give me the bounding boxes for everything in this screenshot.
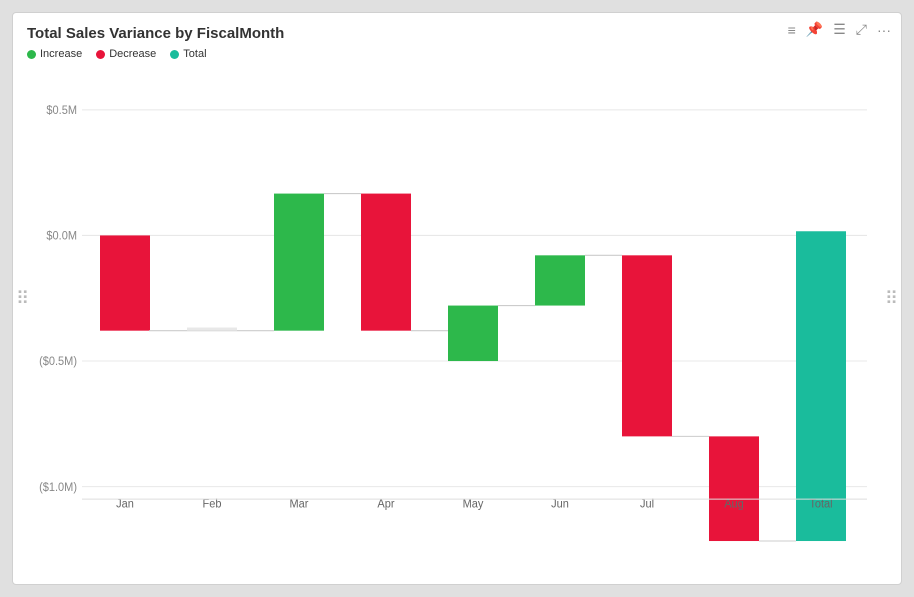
bar-jun[interactable] (535, 255, 585, 305)
legend-dot-total (170, 50, 179, 59)
legend-label-increase: Increase (40, 48, 82, 60)
bar-may[interactable] (448, 306, 498, 361)
bar-aug[interactable] (709, 436, 759, 541)
svg-text:Jun: Jun (551, 498, 569, 510)
svg-text:Jul: Jul (640, 498, 654, 510)
svg-text:Feb: Feb (203, 498, 222, 510)
chart-title: Total Sales Variance by FiscalMonth (27, 25, 887, 42)
svg-text:Mar: Mar (290, 498, 309, 510)
legend-label-decrease: Decrease (109, 48, 156, 60)
svg-text:($0.5M): ($0.5M) (39, 356, 77, 368)
svg-text:($1.0M): ($1.0M) (39, 482, 77, 494)
chart-svg: $0.5M $0.0M ($0.5M) ($1.0M) (27, 68, 887, 518)
bar-feb[interactable] (187, 328, 237, 331)
legend: Increase Decrease Total (27, 48, 887, 60)
pin-icon[interactable]: 📌 (806, 21, 823, 38)
svg-text:Aug: Aug (724, 498, 744, 510)
legend-item-decrease: Decrease (96, 48, 156, 60)
bar-jan[interactable] (100, 235, 150, 330)
bar-apr[interactable] (361, 194, 411, 331)
svg-text:May: May (463, 498, 484, 510)
bar-total[interactable] (796, 231, 846, 541)
svg-text:$0.0M: $0.0M (46, 230, 77, 242)
svg-text:$0.5M: $0.5M (46, 105, 77, 117)
bar-mar[interactable] (274, 194, 324, 331)
expand-icon[interactable]: ⤢ (856, 21, 867, 38)
toolbar: ≡ 📌 ☰ ⤢ ··· (788, 21, 891, 38)
bar-jul[interactable] (622, 255, 672, 436)
chart-area: $0.5M $0.0M ($0.5M) ($1.0M) (27, 68, 887, 518)
legend-item-total: Total (170, 48, 206, 60)
legend-item-increase: Increase (27, 48, 82, 60)
svg-text:Jan: Jan (116, 498, 134, 510)
more-icon[interactable]: ··· (877, 22, 891, 38)
svg-text:Apr: Apr (377, 498, 394, 510)
legend-dot-increase (27, 50, 36, 59)
legend-label-total: Total (183, 48, 206, 60)
hamburger-icon[interactable]: ≡ (788, 22, 796, 38)
svg-text:Total: Total (809, 498, 832, 510)
legend-dot-decrease (96, 50, 105, 59)
chart-card: ⠿ ⠿ ≡ 📌 ☰ ⤢ ··· Total Sales Variance by … (12, 12, 902, 585)
filter-icon[interactable]: ☰ (833, 21, 846, 38)
